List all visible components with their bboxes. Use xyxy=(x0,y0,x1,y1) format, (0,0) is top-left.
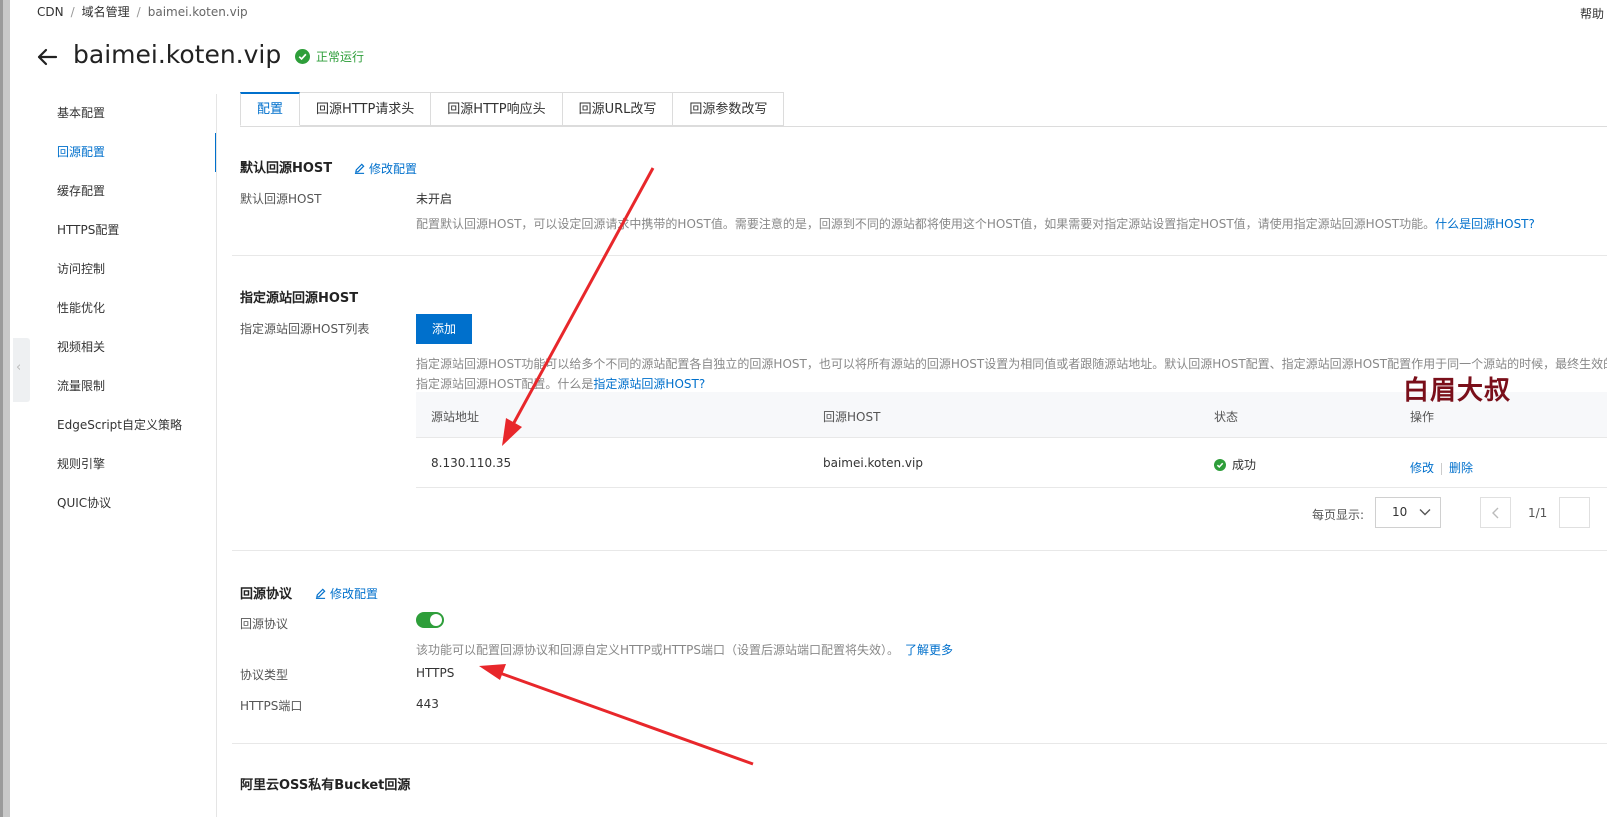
breadcrumb-cdn[interactable]: CDN xyxy=(37,5,64,19)
watermark-text: 白眉大叔 xyxy=(1403,376,1512,406)
next-page-button[interactable] xyxy=(1559,497,1590,528)
page-title: baimei.koten.vip xyxy=(73,40,282,69)
tab-bar: 配置 回源HTTP请求头 回源HTTP响应头 回源URL改写 回源参数改写 xyxy=(240,92,785,126)
tab-request-header[interactable]: 回源HTTP请求头 xyxy=(300,92,432,126)
check-circle-icon xyxy=(295,49,310,64)
default-host-value: 未开启 xyxy=(416,192,453,206)
annotation-arrow-line xyxy=(496,670,754,766)
section-divider xyxy=(232,255,1607,256)
help-link[interactable]: 帮助 xyxy=(1580,5,1604,22)
nav-item-origin[interactable]: 回源配置 xyxy=(34,133,217,172)
add-button[interactable]: 添加 xyxy=(416,314,472,344)
origin-host-list-label: 指定源站回源HOST列表 xyxy=(240,322,370,336)
chevron-left-icon xyxy=(1492,507,1499,519)
tab-config[interactable]: 配置 xyxy=(240,92,301,126)
origin-host-title: 指定源站回源HOST xyxy=(240,291,359,306)
protocol-toggle[interactable] xyxy=(416,612,444,628)
nav-item-access-control[interactable]: 访问控制 xyxy=(34,250,216,289)
delete-row-link[interactable]: 删除 xyxy=(1449,461,1473,475)
column-ops: 操作 xyxy=(1410,410,1435,424)
section-divider xyxy=(232,743,1607,744)
protocol-edit-label: 修改配置 xyxy=(330,587,379,601)
prev-page-button[interactable] xyxy=(1480,497,1511,528)
default-host-title: 默认回源HOST xyxy=(240,161,333,176)
default-host-label: 默认回源HOST xyxy=(240,192,322,206)
nav-item-edgescript[interactable]: EdgeScript自定义策略 xyxy=(34,406,216,445)
nav-item-https[interactable]: HTTPS配置 xyxy=(34,211,216,250)
default-host-desc-text: 配置默认回源HOST，可以设定回源请求中携带的HOST值。需要注意的是，回源到不… xyxy=(416,217,1436,231)
origin-host-desc-prefix: 指定源站回源HOST配置。什么是 xyxy=(416,377,594,391)
nav-divider xyxy=(216,94,217,817)
protocol-label: 回源协议 xyxy=(240,617,289,631)
tab-url-rewrite[interactable]: 回源URL改写 xyxy=(562,92,674,126)
pencil-icon xyxy=(315,588,326,599)
protocol-desc: 该功能可以配置回源协议和回源自定义HTTP或HTTPS端口（设置后源站端口配置将… xyxy=(416,641,953,658)
page-size-select[interactable]: 10 xyxy=(1375,497,1441,528)
sidebar-collapse-toggle[interactable]: ‹ xyxy=(13,338,30,402)
scrollbar-strip xyxy=(0,0,10,817)
page-size-value: 10 xyxy=(1392,505,1408,519)
side-nav: 基本配置 回源配置 缓存配置 HTTPS配置 访问控制 性能优化 视频相关 流量… xyxy=(34,94,217,523)
status-text: 正常运行 xyxy=(316,50,365,64)
oss-title: 阿里云OSS私有Bucket回源 xyxy=(240,778,411,793)
table-row: 8.130.110.35 baimei.koten.vip 成功 修改 删除 xyxy=(416,438,1607,488)
breadcrumb-domain-management[interactable]: 域名管理 xyxy=(82,5,130,19)
what-is-origin-host-link[interactable]: 什么是回源HOST? xyxy=(1435,217,1535,231)
protocol-type-value: HTTPS xyxy=(416,666,455,680)
nav-item-video[interactable]: 视频相关 xyxy=(34,328,216,367)
default-host-edit-link[interactable]: 修改配置 xyxy=(354,160,417,177)
cell-host: baimei.koten.vip xyxy=(823,456,923,470)
chevron-down-icon xyxy=(1419,509,1431,516)
default-host-edit-label: 修改配置 xyxy=(369,162,418,176)
chevron-left-icon: ‹ xyxy=(16,360,22,375)
column-status: 状态 xyxy=(1214,410,1239,424)
tab-response-header[interactable]: 回源HTTP响应头 xyxy=(431,92,563,126)
tab-underline xyxy=(240,126,1607,127)
cell-ops: 修改 删除 xyxy=(1410,459,1473,476)
nav-item-rate-limit[interactable]: 流量限制 xyxy=(34,367,216,406)
back-arrow-icon[interactable] xyxy=(36,46,58,68)
status-success-text: 成功 xyxy=(1232,458,1257,472)
edit-row-link[interactable]: 修改 xyxy=(1410,461,1434,475)
protocol-desc-text: 该功能可以配置回源协议和回源自定义HTTP或HTTPS端口（设置后源站端口配置将… xyxy=(416,643,900,657)
cell-status: 成功 xyxy=(1214,456,1256,473)
https-port-label: HTTPS端口 xyxy=(240,699,303,713)
what-is-origin-specific-host-link[interactable]: 指定源站回源HOST? xyxy=(593,377,705,391)
https-port-value: 443 xyxy=(416,697,439,711)
page-indicator: 1/1 xyxy=(1528,506,1548,520)
nav-item-quic[interactable]: QUIC协议 xyxy=(34,484,216,523)
section-divider xyxy=(232,550,1607,551)
cell-origin: 8.130.110.35 xyxy=(431,456,512,470)
origin-host-desc-line2: 指定源站回源HOST配置。什么是指定源站回源HOST? xyxy=(416,375,705,392)
column-origin: 源站地址 xyxy=(431,410,480,424)
learn-more-link[interactable]: 了解更多 xyxy=(905,643,953,657)
page-size-label: 每页显示: xyxy=(1312,508,1365,522)
check-circle-icon xyxy=(1214,458,1226,471)
breadcrumb-current: baimei.koten.vip xyxy=(147,5,248,19)
column-host: 回源HOST xyxy=(823,410,881,424)
nav-item-cache[interactable]: 缓存配置 xyxy=(34,172,216,211)
nav-item-performance[interactable]: 性能优化 xyxy=(34,289,216,328)
tab-param-rewrite[interactable]: 回源参数改写 xyxy=(673,92,785,126)
protocol-edit-link[interactable]: 修改配置 xyxy=(315,585,378,602)
status-badge: 正常运行 xyxy=(295,48,364,65)
protocol-title: 回源协议 xyxy=(240,587,293,602)
nav-item-basic[interactable]: 基本配置 xyxy=(34,94,216,133)
default-host-desc: 配置默认回源HOST，可以设定回源请求中携带的HOST值。需要注意的是，回源到不… xyxy=(416,215,1535,232)
nav-item-rules-engine[interactable]: 规则引擎 xyxy=(34,445,216,484)
protocol-type-label: 协议类型 xyxy=(240,668,289,682)
breadcrumb: CDN / 域名管理 / baimei.koten.vip xyxy=(37,5,248,19)
pencil-icon xyxy=(354,163,365,174)
arrow-head-icon xyxy=(479,664,506,680)
